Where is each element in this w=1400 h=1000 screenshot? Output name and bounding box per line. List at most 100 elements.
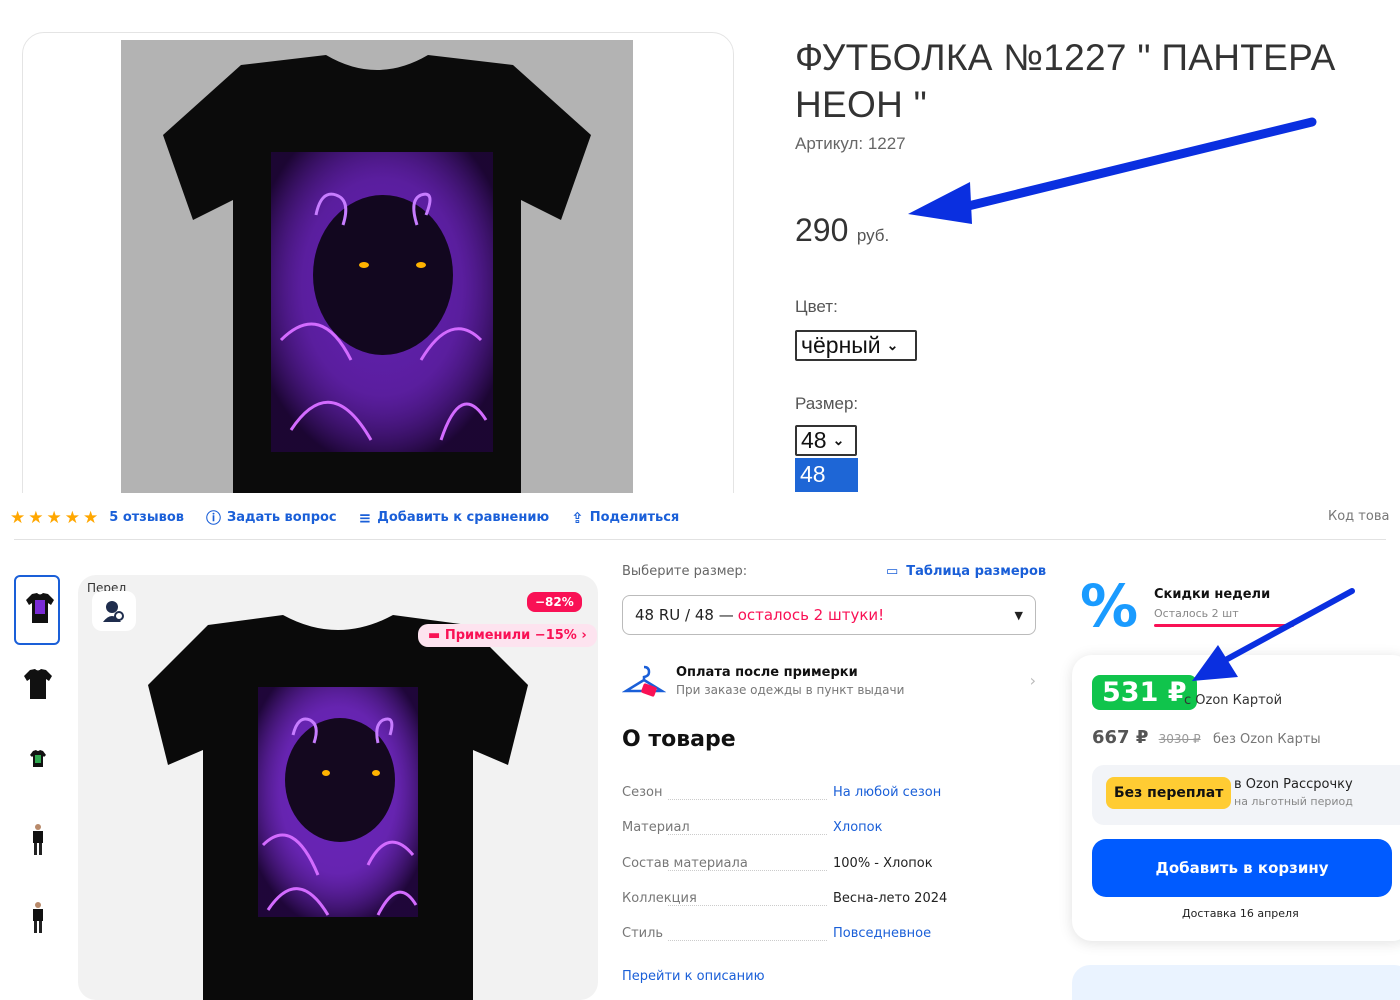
price-currency: руб.: [856, 226, 890, 245]
dotted-leader: [668, 834, 827, 836]
payment-title: Оплата после примерки: [676, 665, 858, 680]
characteristic-key: Стиль: [622, 926, 664, 942]
divider: [14, 539, 1386, 540]
installment-block[interactable]: Без переплат в Ozon Рассрочку на льготны…: [1092, 765, 1400, 825]
rating-stars: ★ ★ ★ ★ ★: [10, 508, 101, 528]
tshirt-thumbnail-image: [24, 669, 52, 699]
characteristic-value[interactable]: На любой сезон: [833, 785, 941, 800]
characteristic-key: Коллекция: [622, 890, 697, 906]
thumbnail[interactable]: [14, 887, 60, 957]
characteristic-key: Сезон: [622, 785, 663, 800]
characteristic-row: Состав материала 100% - Хлопок: [622, 856, 1042, 891]
weekly-deals[interactable]: % Скидки недели Осталось 2 шт: [1080, 577, 1300, 637]
next-card: [1072, 965, 1400, 1000]
color-select-value: чёрный: [801, 332, 881, 358]
add-to-cart-button[interactable]: Добавить в корзину: [1092, 839, 1392, 897]
size-dropdown[interactable]: 48 RU / 48 — осталось 2 штуки! ▼: [622, 595, 1036, 635]
chevron-down-icon: ⌄: [832, 432, 845, 448]
weekly-subtitle: Осталось 2 шт: [1154, 607, 1239, 620]
installment-subtitle: на льготный период: [1234, 795, 1353, 808]
star-icon: ★: [10, 507, 26, 528]
ozon-card-price: 531 ₽: [1092, 675, 1197, 710]
characteristic-value: 100% - Хлопок: [833, 855, 933, 871]
payment-subtitle: При заказе одежды в пункт выдачи: [676, 683, 905, 697]
promo-applied-chip[interactable]: ▬ Применили −15% ›: [418, 624, 597, 647]
star-icon: ★: [46, 507, 62, 528]
installment-title: в Ozon Рассрочку: [1234, 777, 1353, 792]
promo-applied-label: Применили −15% ›: [444, 628, 587, 643]
ozon-card-label: с Ozon Картой: [1184, 693, 1283, 708]
stock-progress-bar: [1154, 624, 1294, 627]
characteristic-value[interactable]: Хлопок: [833, 820, 882, 835]
ask-question-label: Задать вопрос: [227, 510, 337, 525]
size-prompt: Выберите размер:: [622, 564, 748, 579]
tag-icon: ▬: [428, 628, 445, 643]
size-option-highlighted[interactable]: 48: [795, 458, 858, 492]
person-thumbnail-image: [33, 824, 43, 855]
share-icon: ⇪: [571, 508, 584, 527]
characteristic-key: Состав материала: [622, 855, 748, 871]
size-table-link[interactable]: ▭ Таблица размеров: [886, 564, 1046, 579]
product-code: Код това: [1328, 509, 1390, 524]
characteristic-row: Стиль Повседневное: [622, 926, 1042, 961]
ruler-icon: ▭: [886, 564, 899, 579]
person-thumbnail-image: [33, 902, 43, 933]
add-compare-link[interactable]: ≡ Добавить к сравнению: [359, 509, 549, 527]
size-select[interactable]: 48 ⌄: [795, 425, 857, 456]
dotted-leader: [668, 799, 827, 800]
regular-price: 667 ₽: [1092, 727, 1149, 748]
size-label: Размер:: [795, 394, 859, 413]
star-icon: ★: [28, 507, 44, 528]
add-compare-label: Добавить к сравнению: [377, 510, 550, 525]
star-icon: ★: [83, 507, 99, 528]
product-image: [121, 40, 633, 493]
price-value: 290: [795, 212, 849, 248]
star-icon: ★: [64, 507, 80, 528]
stock-remaining: осталось 2 штуки!: [737, 606, 885, 624]
size-select-value: 48: [801, 427, 827, 453]
compare-icon: ≡: [358, 508, 372, 527]
product-title: ФУТБОЛКА №1227 " ПАНТЕРА НЕОН ": [795, 37, 1336, 125]
thumbnail[interactable]: [14, 575, 60, 645]
weekly-title: Скидки недели: [1154, 587, 1271, 602]
thumbnail[interactable]: [14, 809, 60, 879]
caret-down-icon: ▼: [1014, 608, 1023, 622]
reviews-link[interactable]: 5 отзывов: [109, 510, 184, 525]
color-label: Цвет:: [795, 297, 838, 316]
tshirt-thumbnail-image: [30, 750, 46, 767]
characteristic-value: Весна-лето 2024: [833, 890, 948, 906]
characteristic-value[interactable]: Повседневное: [833, 926, 931, 941]
thumbnail-list: [14, 575, 62, 965]
chevron-down-icon: ⌄: [886, 337, 899, 353]
tshirt-panther-image: [163, 55, 591, 493]
tshirt-thumbnail-image: [26, 593, 54, 623]
thumbnail[interactable]: [14, 653, 60, 723]
dotted-leader: [668, 869, 827, 871]
share-link[interactable]: ⇪ Поделиться: [571, 509, 679, 527]
characteristic-row: Сезон На любой сезон: [622, 785, 1042, 820]
characteristic-key: Материал: [622, 820, 690, 836]
size-table-label: Таблица размеров: [906, 564, 1047, 579]
percent-icon: %: [1080, 572, 1139, 640]
regular-price-row: 667 ₽ 3030 ₽ без Ozon Карты: [1092, 727, 1321, 748]
search-person-icon: [103, 601, 124, 622]
color-select[interactable]: чёрный ⌄: [795, 330, 917, 361]
ask-question-link[interactable]: ⓘ Задать вопрос: [206, 507, 337, 528]
thumbnail[interactable]: [14, 731, 60, 801]
try-on-button[interactable]: [92, 591, 136, 631]
size-dropdown-value: 48 RU / 48 —: [635, 606, 734, 624]
buy-box: 531 ₽ с Ozon Картой 667 ₽ 3030 ₽ без Ozo…: [1072, 655, 1400, 941]
payment-after-fitting[interactable]: Оплата после примерки При заказе одежды …: [622, 661, 1036, 705]
ozon-product-page: ★ ★ ★ ★ ★ 5 отзывов ⓘ Задать вопрос ≡ Добави…: [0, 493, 1400, 1000]
old-shop-product-panel: ФУТБОЛКА №1227 " ПАНТЕРА НЕОН " Артикул:…: [0, 0, 1400, 493]
goto-description-link[interactable]: Перейти к описанию: [622, 969, 765, 984]
installment-badge: Без переплат: [1106, 777, 1232, 809]
chevron-right-icon: ›: [1029, 671, 1036, 690]
characteristic-row: Материал Хлопок: [622, 820, 1042, 855]
no-card-label: без Ozon Карты: [1212, 732, 1321, 747]
dotted-leader: [668, 940, 827, 942]
old-price: 3030 ₽: [1158, 732, 1201, 746]
question-icon: ⓘ: [205, 509, 221, 527]
sku: Артикул: 1227: [795, 134, 906, 153]
delivery-date: Доставка 16 апреля: [1182, 907, 1299, 920]
